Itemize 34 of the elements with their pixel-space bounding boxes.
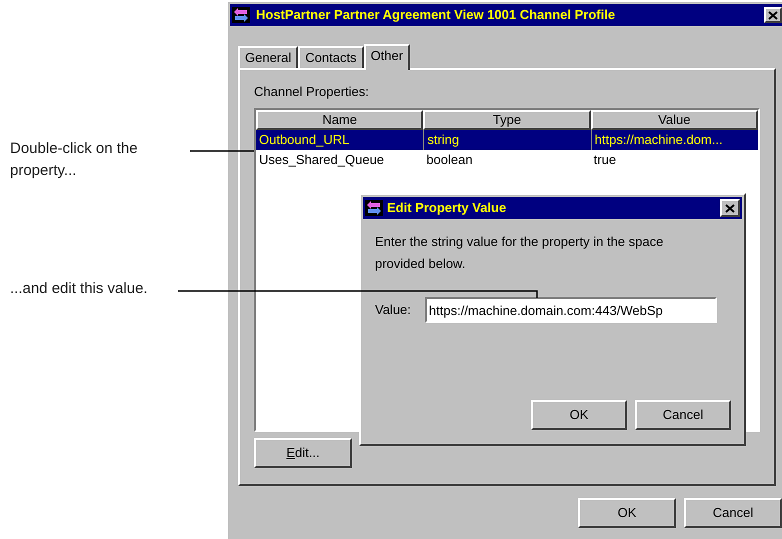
table-cell: string: [423, 130, 591, 150]
close-icon: [725, 204, 735, 212]
close-button[interactable]: [720, 199, 740, 217]
window-title: HostPartner Partner Agreement View 1001 Channel Profile: [256, 6, 616, 24]
column-header[interactable]: Type: [423, 110, 591, 130]
table-cell-text: Uses_Shared_Queue: [258, 150, 386, 169]
callout-text: Double-click on the property...: [10, 139, 139, 181]
dialog-message: Enter the string value for the property in the space provided below.: [374, 233, 664, 273]
table-cell: https://machine.dom...: [590, 130, 758, 150]
value-field[interactable]: https://machine.domain.com:443/WebSp: [424, 297, 717, 323]
table-row[interactable]: Outbound_URL string https://machine.dom...: [256, 130, 758, 150]
table-cell-text: boolean: [425, 150, 474, 168]
field-label: Value:: [375, 301, 411, 320]
arrows-icon: [232, 7, 250, 23]
column-header[interactable]: Value: [590, 110, 758, 130]
tab[interactable]: Contacts: [298, 46, 364, 68]
push-button[interactable]: OK: [531, 400, 627, 430]
arrows-icon: [365, 200, 383, 216]
push-button[interactable]: OK: [578, 498, 676, 528]
leader-line: [190, 150, 254, 152]
table-cell-text: Outbound_URL: [258, 130, 350, 149]
table-cell-text: true: [592, 150, 618, 168]
dialog-title: Edit Property Value: [387, 199, 508, 218]
tab[interactable]: General: [238, 46, 298, 68]
table-row[interactable]: Uses_Shared_Queue boolean true: [256, 150, 758, 170]
column-header[interactable]: Name: [256, 110, 424, 130]
close-icon: [768, 10, 778, 20]
close-button[interactable]: [764, 7, 782, 23]
push-button[interactable]: Cancel: [684, 498, 782, 528]
callout-text: ...and edit this value.: [10, 279, 149, 299]
push-button[interactable]: Cancel: [635, 400, 731, 430]
tab[interactable]: Other: [364, 44, 410, 70]
section-label: Channel Properties:: [254, 83, 370, 101]
edit-button[interactable]: Edit...: [254, 438, 352, 468]
